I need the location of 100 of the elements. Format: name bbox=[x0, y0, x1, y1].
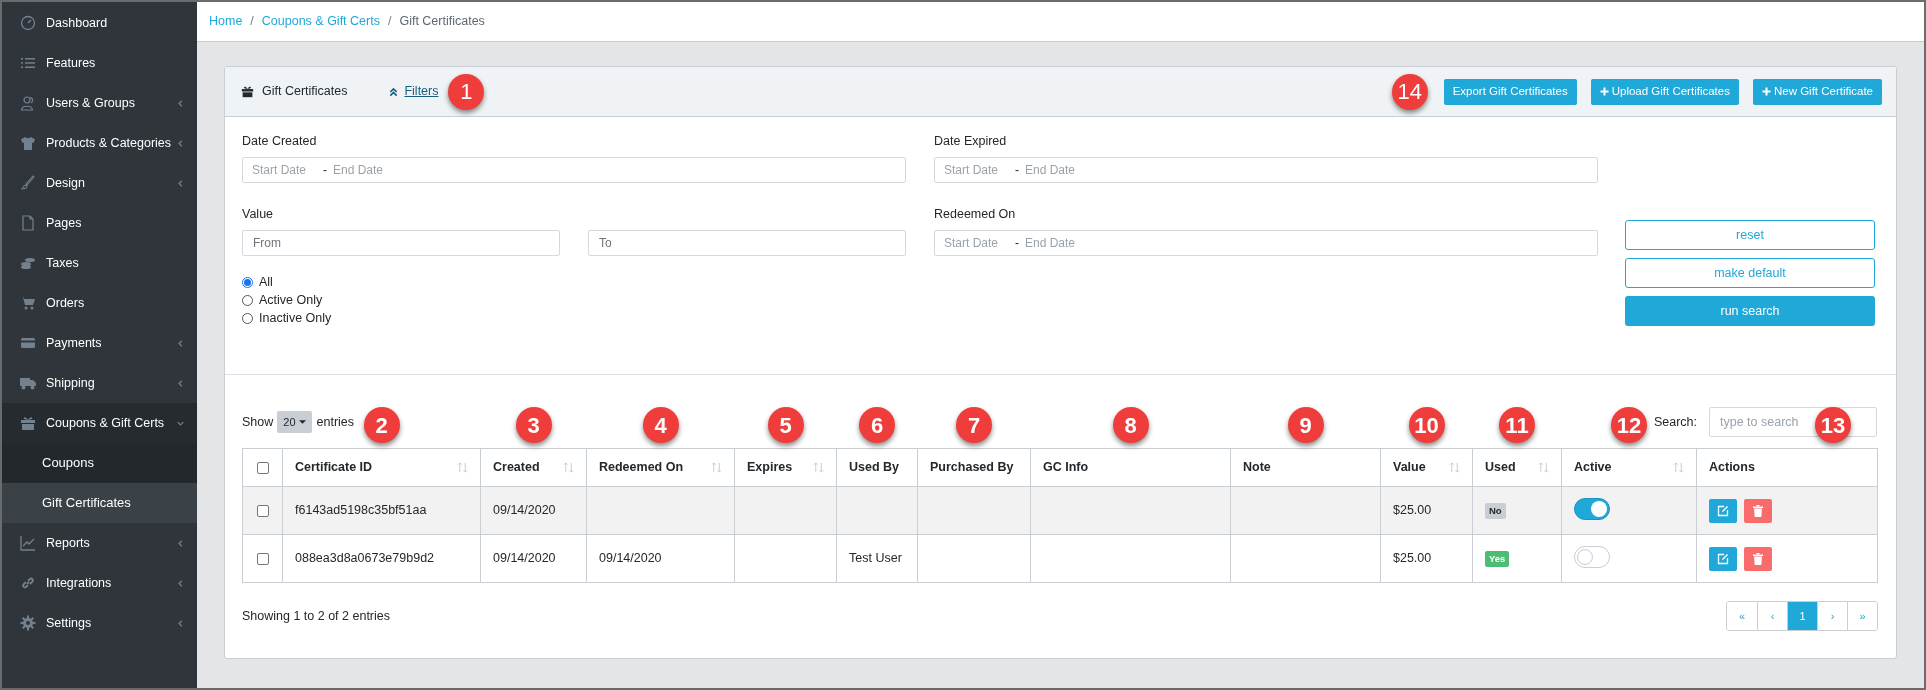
edit-button[interactable] bbox=[1709, 498, 1737, 523]
sort-icon bbox=[1449, 462, 1460, 473]
table-cell: Test User bbox=[849, 551, 902, 566]
sidebar-item[interactable]: Integrations bbox=[2, 563, 197, 603]
table-cell: 088ea3d8a0673e79b9d2 bbox=[295, 551, 435, 566]
radio-label: All bbox=[259, 273, 273, 291]
sort-icon bbox=[457, 462, 468, 473]
callout-badge: 10 bbox=[1408, 407, 1445, 443]
breadcrumb-current: Gift Certificates bbox=[399, 13, 485, 31]
table-info: Showing 1 to 2 of 2 entries bbox=[242, 607, 391, 625]
callout-badge: 2 bbox=[363, 407, 400, 443]
gift-icon bbox=[241, 85, 254, 98]
callout-badge: 9 bbox=[1287, 407, 1324, 443]
callout-badge: 6 bbox=[859, 407, 895, 443]
sidebar-item[interactable]: Coupons & Gift Certs bbox=[2, 403, 197, 443]
chevron-left-icon bbox=[176, 178, 185, 188]
chevron-left-icon bbox=[176, 538, 185, 548]
chevron-left-icon bbox=[176, 378, 185, 388]
coins-icon bbox=[20, 255, 36, 271]
field-label: Value bbox=[242, 206, 275, 222]
double-chevron-up-icon bbox=[389, 86, 399, 97]
cart-icon bbox=[20, 295, 36, 311]
gauge-icon bbox=[20, 15, 36, 31]
table-cell: 09/14/2020 bbox=[493, 551, 556, 566]
callout-badge: 13 bbox=[1815, 407, 1851, 443]
delete-button[interactable] bbox=[1744, 546, 1772, 571]
show-label: Show bbox=[242, 413, 274, 431]
sidebar-item[interactable]: Shipping bbox=[2, 363, 197, 403]
sidebar-item[interactable]: Payments bbox=[2, 323, 197, 363]
gift-icon bbox=[20, 415, 36, 431]
date-range-field[interactable]: Start Date - End Date bbox=[242, 157, 906, 183]
sidebar-item[interactable]: Design bbox=[2, 163, 197, 203]
trash-icon bbox=[1753, 552, 1763, 565]
sidebar-subitem[interactable]: Gift Certificates bbox=[2, 483, 197, 523]
sidebar-item[interactable]: Dashboard bbox=[2, 3, 197, 43]
users-icon bbox=[20, 95, 36, 111]
plus-icon bbox=[1761, 87, 1771, 96]
card-icon bbox=[20, 335, 36, 351]
input-field[interactable]: From bbox=[242, 230, 560, 256]
table-cell: 09/14/2020 bbox=[599, 551, 662, 566]
callout-badge: 1 bbox=[448, 73, 485, 110]
callout-badge: 14 bbox=[1391, 73, 1428, 110]
shirt-icon bbox=[20, 135, 36, 151]
chart-icon bbox=[20, 535, 36, 551]
toggle-switch[interactable] bbox=[1574, 546, 1610, 569]
sort-icon bbox=[711, 462, 722, 473]
sidebar-item[interactable]: Users & Groups bbox=[2, 83, 197, 123]
plus-icon bbox=[1599, 87, 1609, 96]
link-icon bbox=[20, 575, 36, 591]
sidebar-item[interactable]: Products & Categories bbox=[2, 123, 197, 163]
sidebar-item[interactable]: Orders bbox=[2, 283, 197, 323]
table-cell: 09/14/2020 bbox=[493, 503, 556, 518]
sidebar-item[interactable]: Pages bbox=[2, 203, 197, 243]
radio-button[interactable] bbox=[242, 276, 253, 288]
card-title: Gift Certificates bbox=[262, 83, 348, 101]
file-icon bbox=[20, 215, 36, 231]
input-field[interactable]: To bbox=[588, 230, 906, 256]
field-label: Redeemed On bbox=[934, 206, 1017, 222]
sidebar-item[interactable]: Settings bbox=[2, 603, 197, 643]
checkbox[interactable] bbox=[256, 461, 269, 474]
sidebar-item[interactable]: Reports bbox=[2, 523, 197, 563]
edit-icon bbox=[1717, 552, 1729, 565]
truck-icon bbox=[20, 375, 36, 391]
sidebar-item[interactable]: Features bbox=[2, 43, 197, 83]
checkbox[interactable] bbox=[256, 504, 269, 517]
sidebar-subitem[interactable]: Coupons bbox=[2, 443, 197, 483]
edit-icon bbox=[1717, 504, 1729, 517]
callout-badge: 4 bbox=[642, 407, 679, 443]
field-label: Date Created bbox=[242, 133, 318, 149]
sort-icon bbox=[1673, 462, 1684, 473]
breadcrumb-separator: / bbox=[249, 13, 255, 31]
callout-badge: 5 bbox=[767, 407, 804, 443]
radio-label: Active Only bbox=[259, 291, 323, 309]
callout-badge: 11 bbox=[1499, 407, 1535, 443]
search-label: Search: bbox=[1653, 413, 1697, 431]
filters-link[interactable]: Filters bbox=[389, 82, 439, 101]
date-range-field[interactable]: Start Date - End Date bbox=[934, 230, 1598, 256]
status-badge: No bbox=[1485, 503, 1506, 520]
brush-icon bbox=[20, 175, 36, 191]
radio-button[interactable] bbox=[242, 312, 253, 324]
page-size-dropdown[interactable]: 20 bbox=[277, 411, 312, 433]
sidebar-item[interactable]: Taxes bbox=[2, 243, 197, 283]
chevron-left-icon bbox=[176, 578, 185, 588]
sort-icon bbox=[563, 462, 574, 473]
gear-icon bbox=[20, 615, 36, 631]
table-cell: $25.00 bbox=[1393, 503, 1432, 518]
callout-badge: 8 bbox=[1112, 407, 1149, 443]
checkbox[interactable] bbox=[256, 552, 269, 565]
caret-down-icon bbox=[298, 420, 306, 424]
delete-button[interactable] bbox=[1744, 498, 1772, 523]
trash-icon bbox=[1753, 504, 1763, 517]
edit-button[interactable] bbox=[1709, 546, 1737, 571]
field-label: Date Expired bbox=[934, 133, 1008, 149]
callout-badge: 12 bbox=[1611, 407, 1647, 443]
chevron-left-icon bbox=[176, 338, 185, 348]
toggle-switch[interactable] bbox=[1574, 498, 1610, 521]
radio-button[interactable] bbox=[242, 294, 253, 306]
list-icon bbox=[20, 55, 36, 71]
date-range-field[interactable]: Start Date - End Date bbox=[934, 157, 1598, 183]
table-cell: $25.00 bbox=[1393, 551, 1432, 566]
